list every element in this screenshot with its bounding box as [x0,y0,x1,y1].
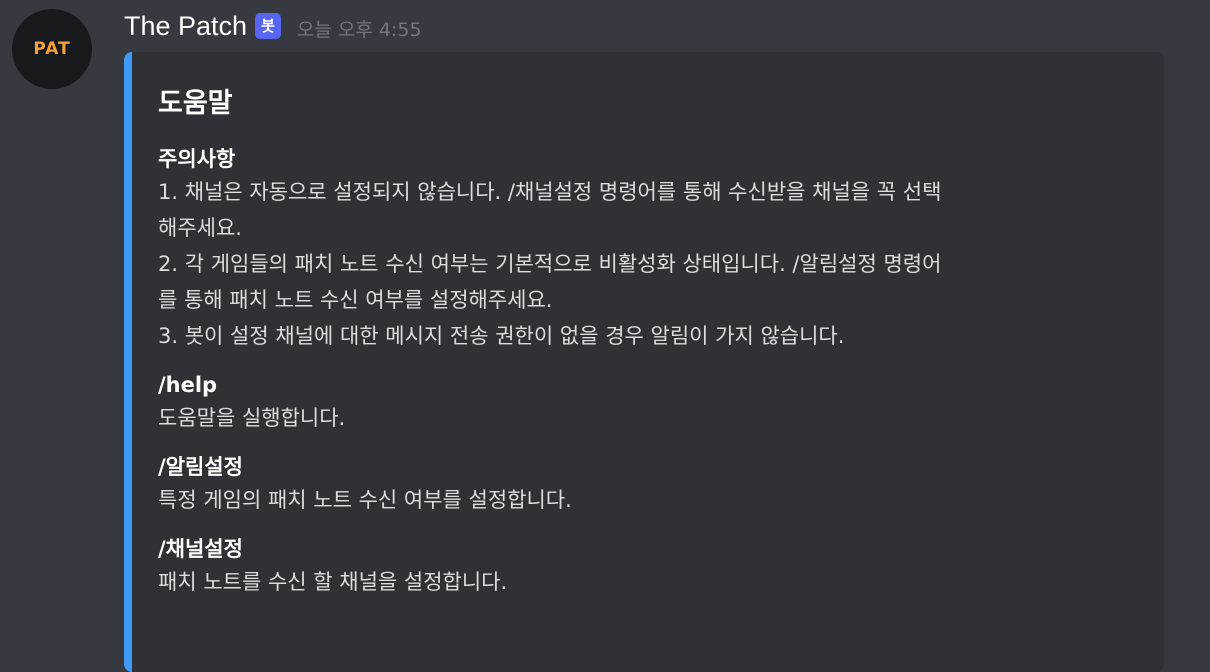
notice-line: 해주세요. [158,216,242,240]
field-name: /채널설정 [158,537,243,561]
chat-message: PAT The Patch 봇 오늘 오후 4:55 도움말 주의사항 1. 채… [0,0,1210,672]
field-value: 특정 게임의 패치 노트 수신 여부를 설정합니다. [158,488,572,512]
embed-title: 도움말 [158,88,233,119]
field-name: /알림설정 [158,455,243,479]
embed-field-channel-setting: /채널설정 패치 노트를 수신 할 채널을 설정합니다. [158,534,1138,600]
embed-field-help: /help 도움말을 실행합니다. [158,370,1138,436]
notice-line: 를 통해 패치 노트 수신 여부를 설정해주세요. [158,288,553,312]
bot-avatar[interactable]: PAT [12,9,92,89]
notice-line: 2. 각 게임들의 패치 노트 수신 여부는 기본적으로 비활성화 상태입니다.… [158,252,942,276]
field-value: 패치 노트를 수신 할 채널을 설정합니다. [158,570,508,594]
bot-badge: 봇 [255,13,281,39]
notice-line: 3. 봇이 설정 채널에 대한 메시지 전송 권한이 없을 경우 알림이 가지 … [158,324,845,348]
embed-field-notification-setting: /알림설정 특정 게임의 패치 노트 수신 여부를 설정합니다. [158,452,1138,518]
embed-field-notice: 주의사항 1. 채널은 자동으로 설정되지 않습니다. /채널설정 명령어를 통… [158,144,1138,354]
avatar-logo-text: PAT [33,39,71,59]
embed-content: 도움말 주의사항 1. 채널은 자동으로 설정되지 않습니다. /채널설정 명령… [158,86,1138,600]
help-embed: 도움말 주의사항 1. 채널은 자동으로 설정되지 않습니다. /채널설정 명령… [124,52,1164,672]
message-header: The Patch 봇 오늘 오후 4:55 [124,8,422,44]
field-name: /help [158,373,218,397]
field-value: 도움말을 실행합니다. [158,406,346,430]
notice-line: 1. 채널은 자동으로 설정되지 않습니다. /채널설정 명령어를 통해 수신받… [158,180,942,204]
message-timestamp: 오늘 오후 4:55 [296,18,422,41]
author-name[interactable]: The Patch [124,11,247,42]
field-name: 주의사항 [158,147,236,171]
